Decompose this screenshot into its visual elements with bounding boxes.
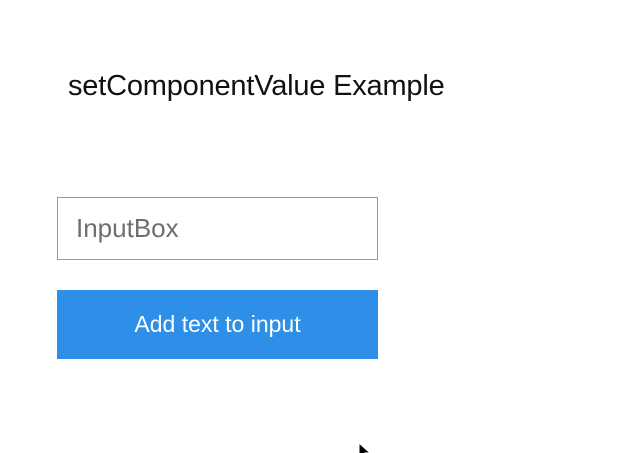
- add-text-to-input-button[interactable]: Add text to input: [57, 290, 378, 359]
- mouse-pointer-icon: [358, 441, 372, 453]
- example-page: setComponentValue Example Add text to in…: [0, 0, 640, 453]
- page-title: setComponentValue Example: [68, 70, 445, 102]
- input-box[interactable]: [57, 197, 378, 260]
